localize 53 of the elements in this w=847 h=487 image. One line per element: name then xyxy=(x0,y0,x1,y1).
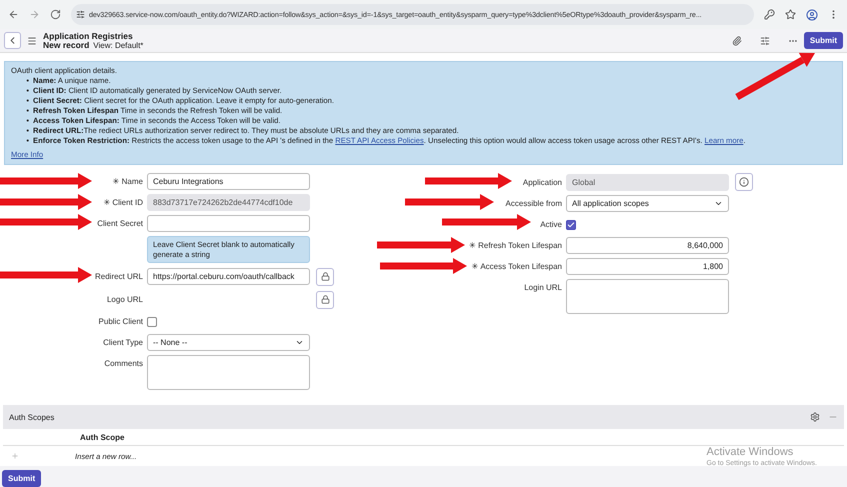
number-field[interactable]: 8,640,000 xyxy=(566,237,729,254)
field-label: Refresh Token Lifespan xyxy=(478,241,562,250)
info-icon[interactable] xyxy=(735,173,753,191)
field-label: Client Secret xyxy=(97,219,143,228)
select-field[interactable]: -- None -- xyxy=(147,334,310,351)
text-field[interactable]: Global xyxy=(566,174,729,190)
attachment-icon[interactable] xyxy=(732,36,742,46)
text-field[interactable]: Ceburu Integrations xyxy=(147,173,310,190)
sliders-icon[interactable] xyxy=(760,36,770,46)
required-mark: ✳ xyxy=(469,241,476,250)
submit-button[interactable]: Submit xyxy=(804,32,843,49)
field-label: Client ID xyxy=(112,198,143,207)
field-label: Logo URL xyxy=(106,295,143,304)
field-label: Active xyxy=(540,220,562,229)
field-label: Accessible from xyxy=(506,199,562,208)
back-button[interactable] xyxy=(4,32,21,49)
record-status: New record xyxy=(43,40,90,50)
url-field[interactable]: https://portal.ceburu.com/oauth/callback xyxy=(147,268,310,285)
lock-icon[interactable] xyxy=(316,268,334,286)
menu-icon[interactable] xyxy=(27,36,37,46)
caret-icon xyxy=(295,338,304,347)
text-field[interactable] xyxy=(147,215,310,232)
view-label: View: Default* xyxy=(93,40,144,50)
field-label: Public Client xyxy=(98,317,143,326)
lock-icon[interactable] xyxy=(316,290,334,308)
checkbox[interactable] xyxy=(566,220,576,230)
column-header: Auth Scope xyxy=(80,432,124,442)
field-label: Comments xyxy=(104,359,143,368)
section-title: Auth Scopes xyxy=(9,412,56,422)
field-label: Name xyxy=(122,177,143,186)
select-field[interactable]: All application scopes xyxy=(566,195,729,212)
sliders-icon[interactable] xyxy=(76,10,85,19)
required-mark: ✳ xyxy=(103,198,110,207)
required-mark: ✳ xyxy=(112,177,120,186)
page-title: Application Registries xyxy=(43,32,134,40)
required-mark: ✳ xyxy=(471,262,478,271)
field-label: Client Type xyxy=(103,338,143,347)
number-field[interactable]: 1,800 xyxy=(566,258,729,275)
reload-icon[interactable] xyxy=(50,9,61,20)
checkbox[interactable] xyxy=(147,316,157,326)
back-icon[interactable] xyxy=(8,9,19,20)
activation-title: Activate Windows xyxy=(706,446,794,458)
field-label: Application xyxy=(522,178,562,186)
settings-icon[interactable] xyxy=(810,412,820,422)
caret-icon xyxy=(714,199,723,208)
field-label: Login URL xyxy=(524,283,562,292)
field-label: Access Token Lifespan xyxy=(480,262,562,271)
star-icon[interactable] xyxy=(785,9,796,20)
key-icon[interactable] xyxy=(764,9,775,20)
field-label: Redirect URL xyxy=(94,272,143,281)
profile-icon[interactable] xyxy=(806,8,818,20)
text-field[interactable]: 883d73717e724262b2de44774cdf10de xyxy=(147,194,310,211)
submit-button[interactable]: Submit xyxy=(2,470,42,487)
